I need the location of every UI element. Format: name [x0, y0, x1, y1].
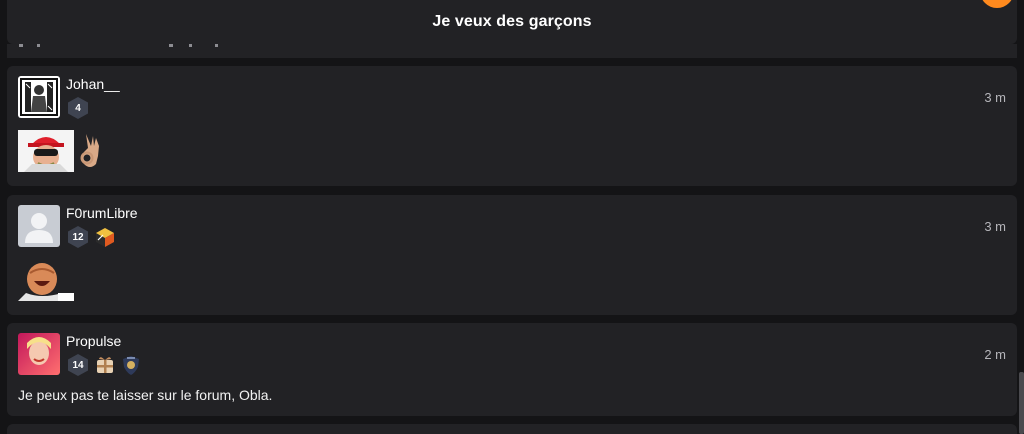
level-badge: 14 — [66, 353, 90, 377]
shield-badge-icon[interactable] — [120, 354, 142, 376]
post-johan: Johan__ 4 3 m — [7, 66, 1017, 186]
cut-text-fragment — [19, 44, 218, 47]
post-time[interactable]: 2 m — [984, 347, 1006, 362]
post-time[interactable]: 3 m — [984, 219, 1006, 234]
user-badges: 14 — [66, 353, 142, 377]
post-message: Je peux pas te laisser sur le forum, Obl… — [18, 387, 273, 403]
scrollbar[interactable] — [1019, 372, 1024, 434]
ok-hand-emoji[interactable] — [76, 130, 102, 172]
user-badges: 12 — [66, 225, 116, 249]
post-propulse: Propulse 14 2 m Je peux pas te laisser s… — [7, 323, 1017, 416]
topic-header: Je veux des garçons — [7, 0, 1017, 44]
topic-title: Je veux des garçons — [432, 13, 592, 30]
forum-topic-page: Je veux des garçons Johan__ 4 3 m F0rumL… — [0, 0, 1024, 434]
default-user-avatar-icon[interactable] — [18, 205, 60, 247]
cube-badge-icon[interactable] — [94, 226, 116, 248]
next-post-fragment — [7, 424, 1017, 434]
username[interactable]: Propulse — [66, 333, 121, 349]
level-badge: 12 — [66, 225, 90, 249]
username[interactable]: F0rumLibre — [66, 205, 138, 221]
level-value: 4 — [75, 102, 81, 114]
red-cap-sticker[interactable] — [18, 130, 74, 172]
level-value: 14 — [72, 359, 84, 371]
photo-avatar-icon[interactable] — [18, 333, 60, 375]
username[interactable]: Johan__ — [66, 76, 120, 92]
sketch-avatar-icon[interactable] — [18, 76, 60, 118]
level-value: 12 — [72, 231, 84, 243]
post-f0rumlibre: F0rumLibre 12 3 m — [7, 195, 1017, 315]
gift-badge-icon[interactable] — [94, 354, 116, 376]
post-time[interactable]: 3 m — [984, 90, 1006, 105]
previous-post-fragment — [7, 44, 1017, 58]
user-badges: 4 — [66, 96, 90, 120]
level-badge: 4 — [66, 96, 90, 120]
laughing-man-sticker[interactable] — [18, 259, 74, 301]
